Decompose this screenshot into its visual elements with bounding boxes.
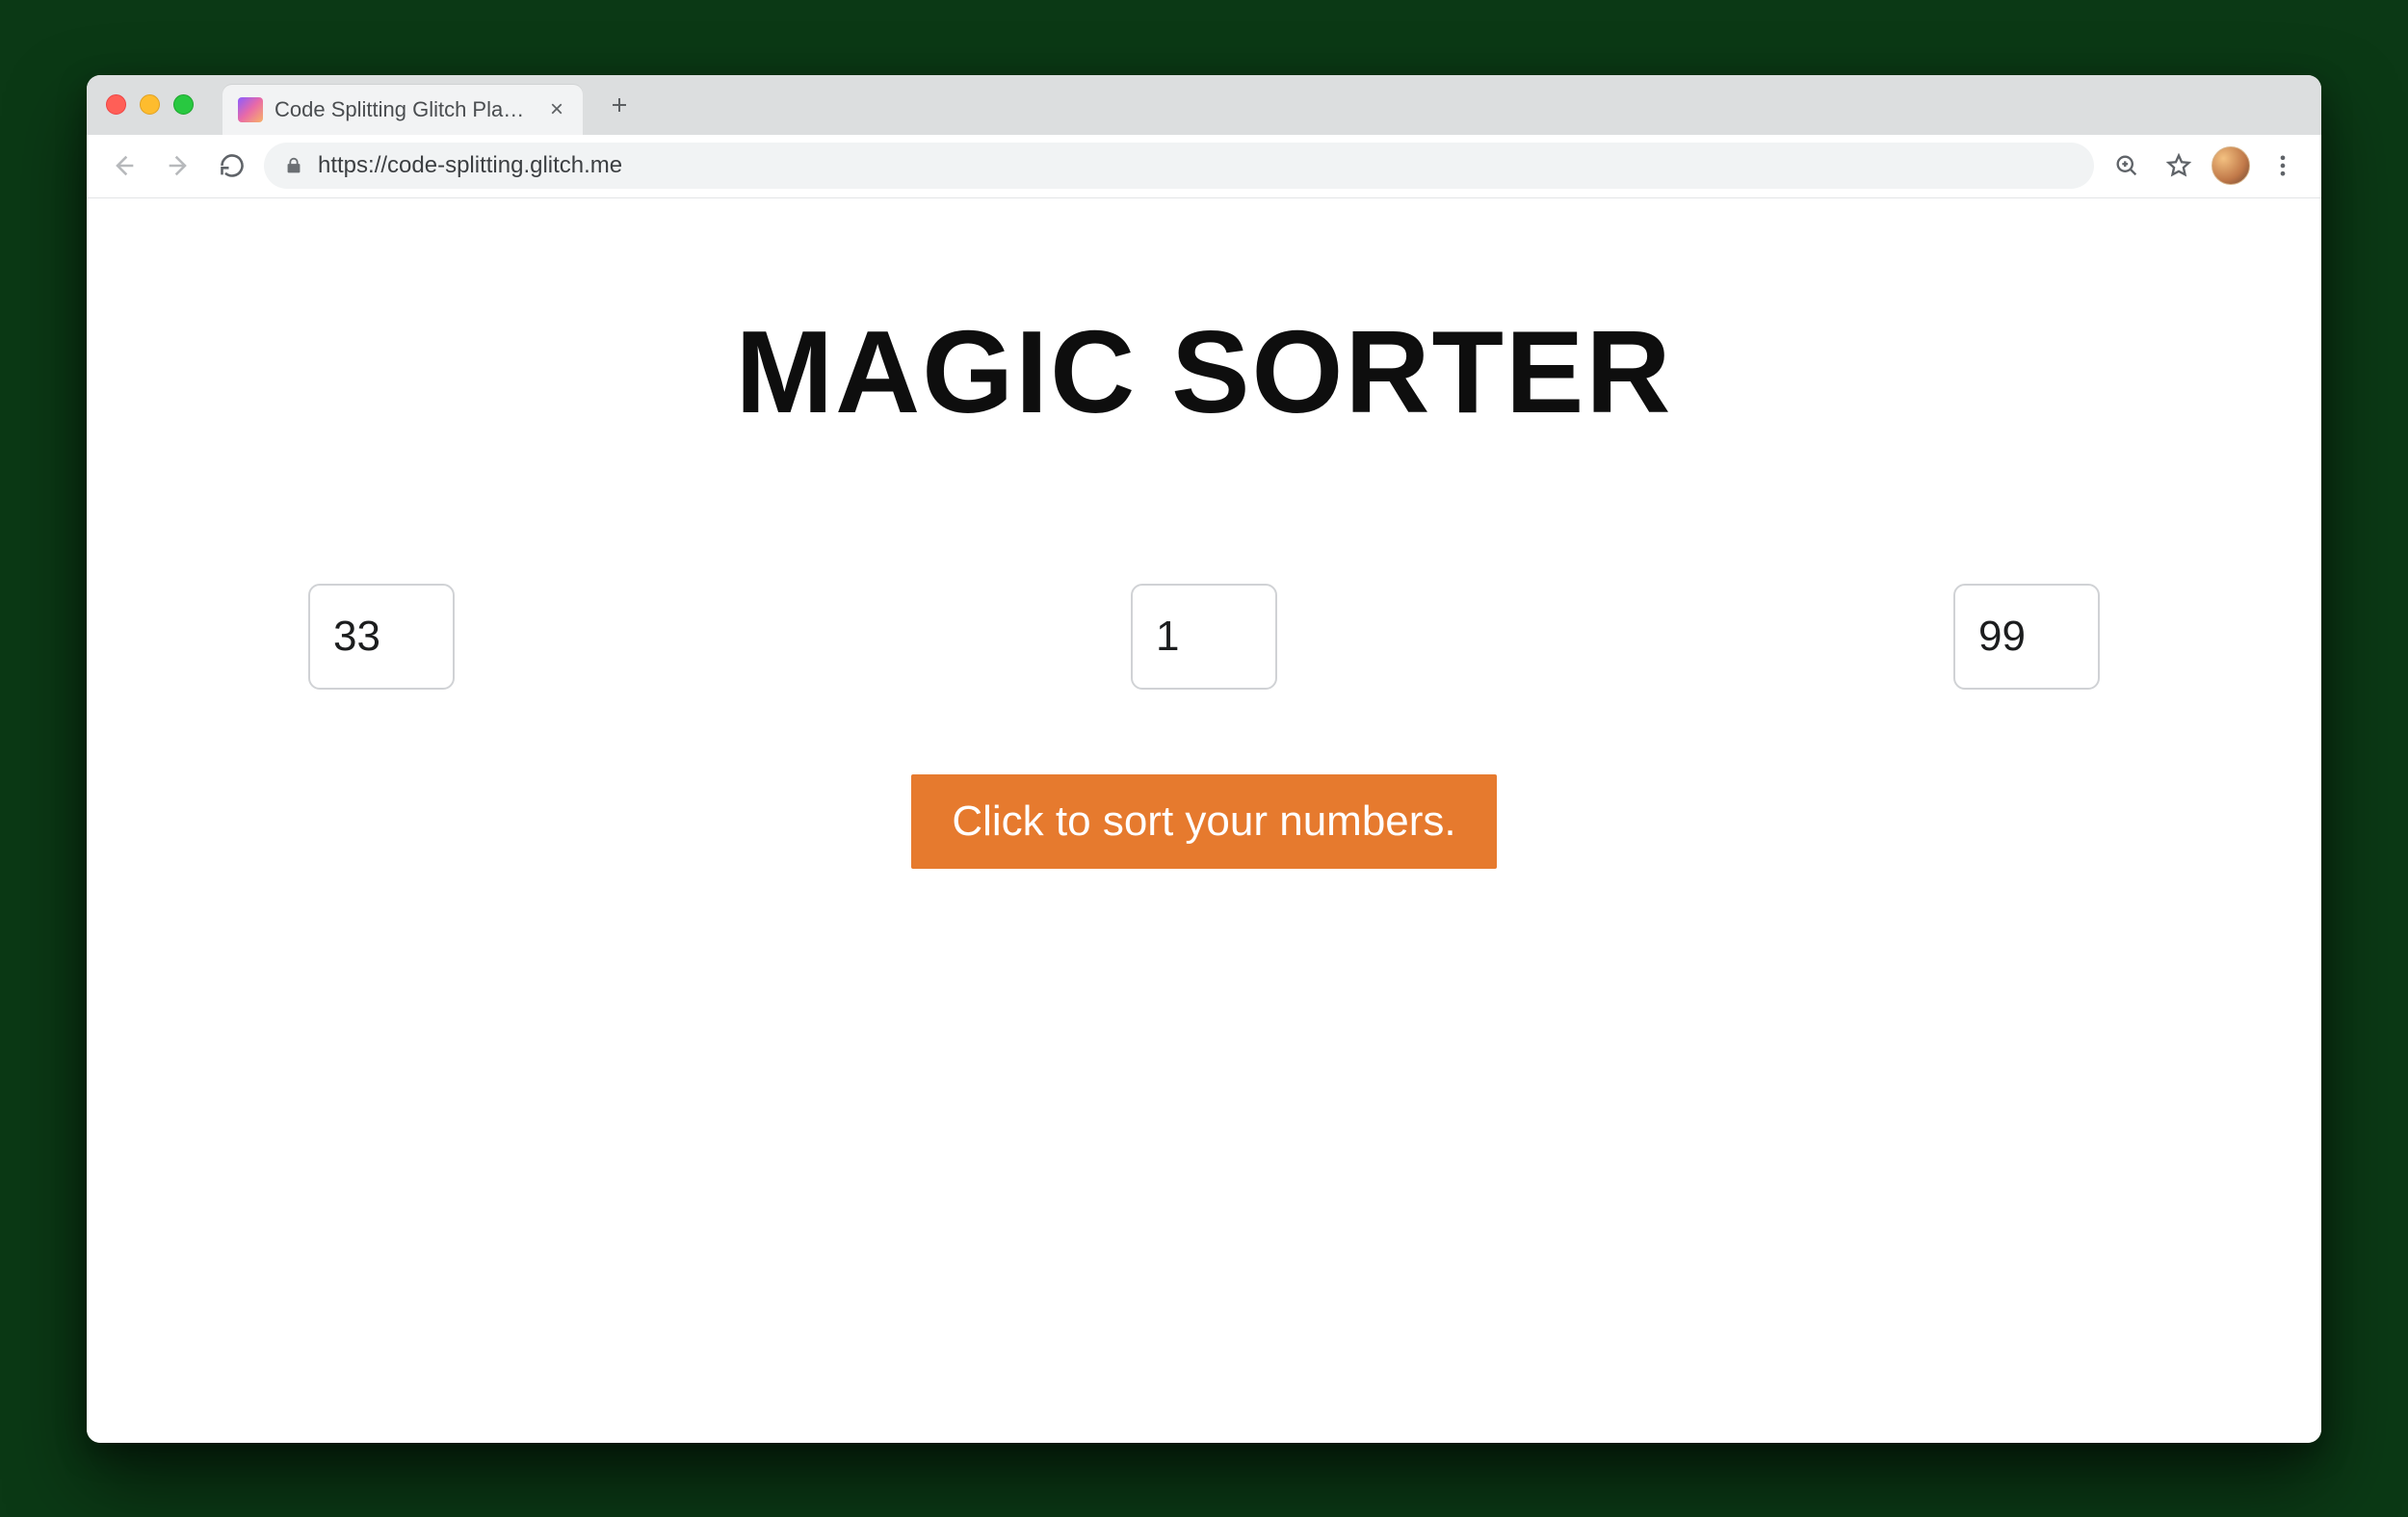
arrow-right-icon (165, 152, 192, 179)
close-window-button[interactable] (106, 94, 126, 115)
plus-icon (608, 93, 631, 117)
url-text: https://code-splitting.glitch.me (318, 152, 622, 179)
tab-title: Code Splitting Glitch Playgroun (275, 97, 535, 122)
fullscreen-window-button[interactable] (173, 94, 194, 115)
browser-tab[interactable]: Code Splitting Glitch Playgroun × (222, 85, 583, 135)
zoom-icon (2113, 152, 2140, 179)
window-controls (106, 94, 194, 115)
minimize-window-button[interactable] (140, 94, 160, 115)
browser-window: Code Splitting Glitch Playgroun × https:… (87, 75, 2321, 1443)
number-input-1[interactable] (308, 584, 455, 690)
tab-strip: Code Splitting Glitch Playgroun × (87, 75, 2321, 135)
profile-avatar[interactable] (2212, 146, 2250, 185)
kebab-icon (2269, 152, 2296, 179)
forward-button[interactable] (156, 144, 200, 188)
menu-button[interactable] (2260, 143, 2306, 189)
sort-button[interactable]: Click to sort your numbers. (911, 774, 1496, 869)
toolbar: https://code-splitting.glitch.me (87, 135, 2321, 198)
number-input-2[interactable] (1131, 584, 1277, 690)
back-button[interactable] (102, 144, 146, 188)
number-inputs-row (308, 584, 2100, 690)
number-input-3[interactable] (1953, 584, 2100, 690)
star-icon (2165, 152, 2192, 179)
new-tab-button[interactable] (600, 86, 639, 124)
arrow-left-icon (111, 152, 138, 179)
lock-icon (283, 155, 304, 176)
bookmark-button[interactable] (2156, 143, 2202, 189)
page-content: MAGIC SORTER Click to sort your numbers. (87, 198, 2321, 1443)
address-bar[interactable]: https://code-splitting.glitch.me (264, 143, 2094, 189)
toolbar-right (2104, 143, 2306, 189)
zoom-button[interactable] (2104, 143, 2150, 189)
reload-button[interactable] (210, 144, 254, 188)
page-title: MAGIC SORTER (736, 304, 1673, 439)
reload-icon (219, 152, 246, 179)
favicon-icon (238, 97, 263, 122)
close-tab-button[interactable]: × (546, 98, 567, 121)
